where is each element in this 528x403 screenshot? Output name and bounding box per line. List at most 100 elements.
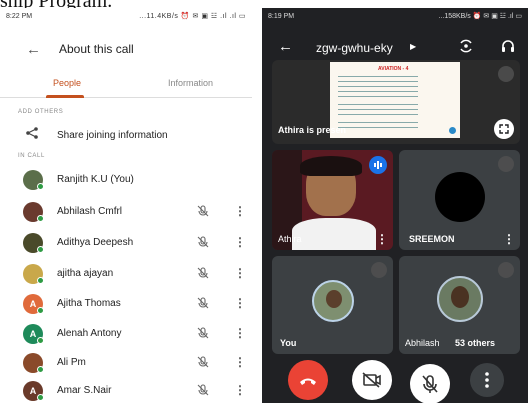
participant-name: Ali Pm [57, 357, 86, 368]
participant-tile-others[interactable]: Abhilash 53 others [399, 256, 520, 354]
participant-name: Ajitha Thomas [57, 298, 121, 309]
participant-tile-you[interactable]: You [272, 256, 393, 354]
participant-row[interactable]: Abhilash Cmfrl ⋮ [0, 200, 252, 224]
participant-name: Adithya Deepesh [57, 237, 134, 248]
status-time: 8:19 PM [268, 12, 295, 20]
slide-title: AVIATION - 4 [378, 66, 409, 72]
share-icon [25, 126, 39, 143]
avatar [312, 280, 354, 322]
mic-off-icon[interactable] [196, 326, 210, 340]
more-options-button[interactable] [470, 363, 504, 397]
participant-tile-athira[interactable]: Athira ⋮ [272, 150, 393, 250]
back-arrow-icon[interactable]: ← [26, 41, 42, 58]
camera-off-icon [362, 372, 381, 388]
slide-text-lines [338, 76, 418, 77]
participant-row[interactable]: Ranjith K.U (You) [0, 168, 252, 192]
more-options-icon[interactable]: ⋮ [503, 232, 515, 246]
status-bar: 8:19 PM ...158KB/s ⏰ ✉ ▣ ☳ .ıl ▭ [262, 8, 528, 24]
more-options-icon[interactable]: ⋮ [376, 232, 388, 246]
participant-shirt [292, 218, 376, 250]
more-options-icon[interactable]: ⋮ [234, 235, 246, 249]
participant-tile-sreemon[interactable]: SREEMON ⋮ [399, 150, 520, 250]
app-header: ← About this call [0, 38, 252, 60]
participant-name: Abhilash Cmfrl [57, 206, 123, 217]
speaking-indicator-icon [369, 156, 387, 174]
meeting-screen: 8:19 PM ...158KB/s ⏰ ✉ ▣ ☳ .ıl ▭ ← zgw-g… [262, 8, 528, 403]
mic-toggle-button[interactable] [410, 364, 450, 403]
participant-row[interactable]: A Amar S.Nair ⋮ [0, 379, 252, 403]
tab-bar: People Information [0, 74, 252, 98]
participant-name: Ranjith K.U (You) [57, 174, 134, 185]
status-icons: ...158KB/s ⏰ ✉ ▣ ☳ .ıl ▭ [438, 13, 523, 20]
online-status-dot [37, 215, 44, 222]
mic-off-icon[interactable] [196, 296, 210, 310]
others-count: 53 others [455, 338, 496, 348]
page-title: About this call [59, 42, 134, 56]
participant-row[interactable]: Adithya Deepesh ⋮ [0, 231, 252, 255]
participant-row[interactable]: Ali Pm ⋮ [0, 351, 252, 375]
active-tab-indicator [46, 95, 84, 98]
mic-off-icon [422, 375, 438, 393]
share-joining-info-button[interactable]: Share joining information [0, 126, 252, 146]
status-bar: 8:22 PM ...11.4KB/s ⏰ ✉ ▣ ☳ .ıl .ıl ▭ [0, 8, 252, 24]
participant-row[interactable]: A Ajitha Thomas ⋮ [0, 292, 252, 316]
online-status-dot [37, 394, 44, 401]
end-call-button[interactable] [288, 360, 328, 400]
participant-row[interactable]: A Alenah Antony ⋮ [0, 322, 252, 346]
slide-preview: AVIATION - 4 [330, 62, 460, 138]
more-options-icon[interactable]: ⋮ [234, 296, 246, 310]
online-status-dot [37, 183, 44, 190]
share-joining-info-label: Share joining information [57, 130, 168, 141]
participant-name: Athira [278, 234, 302, 244]
avatar-face [451, 286, 469, 308]
participant-name: Alenah Antony [57, 328, 122, 339]
switch-camera-icon[interactable] [458, 38, 474, 54]
slide-marker [449, 127, 456, 134]
participant-name: Amar S.Nair [57, 385, 112, 396]
status-time: 8:22 PM [6, 12, 33, 20]
participant-name: You [280, 338, 297, 348]
mic-off-icon[interactable] [196, 266, 210, 280]
section-heading-add-others: ADD OTHERS [18, 109, 64, 115]
fullscreen-icon[interactable] [494, 119, 514, 139]
mic-off-icon [498, 66, 514, 82]
participant-name: Abhilash [405, 338, 440, 348]
mic-off-icon[interactable] [196, 204, 210, 218]
mic-off-icon [371, 262, 387, 278]
more-options-icon[interactable]: ⋮ [234, 204, 246, 218]
online-status-dot [37, 246, 44, 253]
presenter-label: Athira is presenting [278, 125, 346, 135]
more-options-icon[interactable]: ⋮ [234, 355, 246, 369]
about-call-screen: 8:22 PM ...11.4KB/s ⏰ ✉ ▣ ☳ .ıl .ıl ▭ ← … [0, 8, 252, 403]
avatar-face [326, 290, 342, 308]
back-arrow-icon[interactable]: ← [278, 38, 293, 55]
chevron-right-icon[interactable]: ▶ [410, 42, 416, 51]
camera-toggle-button[interactable] [352, 360, 392, 400]
mic-off-icon [498, 156, 514, 172]
headphones-icon[interactable] [500, 38, 516, 54]
tab-information[interactable]: Information [168, 78, 213, 88]
end-call-icon [300, 378, 316, 385]
screenshot-collage: ship Program. 8:22 PM ...11.4KB/s ⏰ ✉ ▣ … [0, 0, 528, 403]
status-icons: ...11.4KB/s ⏰ ✉ ▣ ☳ .ıl .ıl ▭ [139, 13, 246, 20]
more-options-icon[interactable]: ⋮ [234, 326, 246, 340]
online-status-dot [37, 277, 44, 284]
presentation-tile[interactable]: AVIATION - 4 Athira is presenting [272, 60, 520, 144]
mic-off-icon [498, 262, 514, 278]
participant-row[interactable]: ajitha ajayan ⋮ [0, 262, 252, 286]
mic-off-icon[interactable] [196, 235, 210, 249]
meeting-header: ← zgw-gwhu-eky ▶ [262, 38, 528, 58]
tab-people[interactable]: People [53, 78, 81, 88]
section-heading-in-call: IN CALL [18, 153, 45, 159]
more-options-icon[interactable]: ⋮ [234, 383, 246, 397]
participant-hair [300, 156, 362, 176]
participant-name: ajitha ajayan [57, 268, 114, 279]
more-options-icon[interactable]: ⋮ [234, 266, 246, 280]
call-controls [262, 360, 528, 403]
avatar [435, 172, 485, 222]
meeting-code[interactable]: zgw-gwhu-eky [316, 41, 393, 55]
mic-off-icon[interactable] [196, 355, 210, 369]
online-status-dot [37, 307, 44, 314]
mic-off-icon[interactable] [196, 383, 210, 397]
more-vert-icon [485, 372, 489, 388]
